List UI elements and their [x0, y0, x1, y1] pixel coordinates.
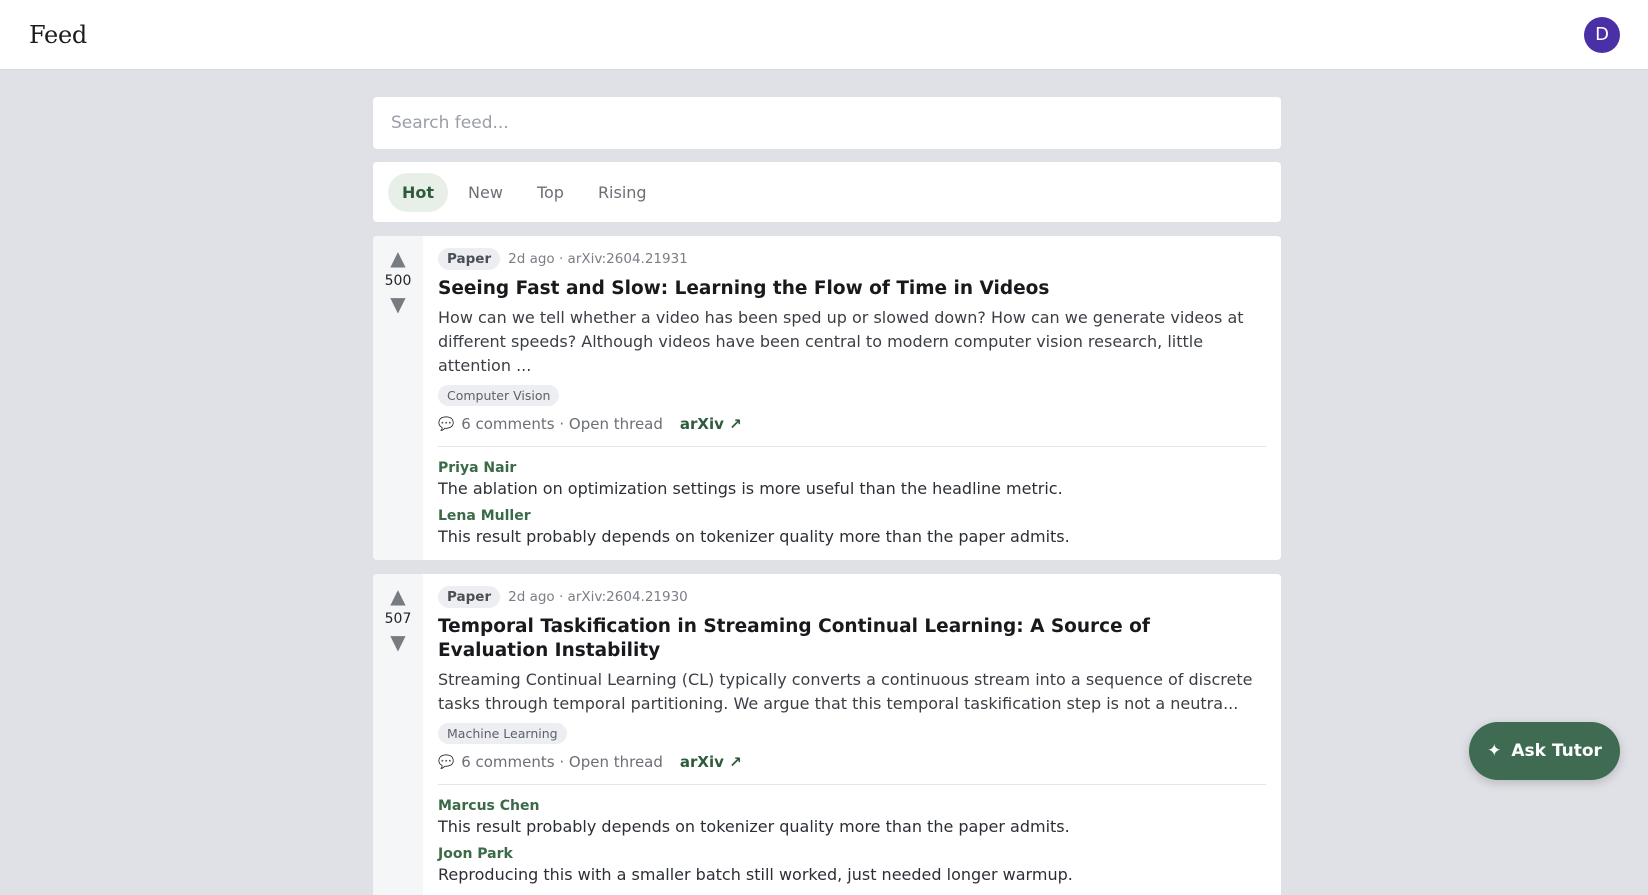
tab-new[interactable]: New — [454, 173, 517, 212]
feed-column: Hot New Top Rising ▲ 500 ▼ Paper 2d ago … — [373, 97, 1281, 895]
post-meta: Paper 2d ago · arXiv:2604.21931 — [438, 248, 1266, 270]
post-meta-text: 2d ago · arXiv:2604.21931 — [508, 251, 688, 267]
downvote-icon[interactable]: ▼ — [390, 630, 405, 654]
ask-tutor-button[interactable]: ✦ Ask Tutor — [1469, 722, 1620, 780]
post-meta: Paper 2d ago · arXiv:2604.21930 — [438, 586, 1266, 608]
search-bar — [373, 97, 1281, 149]
feed-post: ▲ 500 ▼ Paper 2d ago · arXiv:2604.21931 … — [373, 236, 1281, 560]
downvote-icon[interactable]: ▼ — [390, 292, 405, 316]
sparkle-icon: ✦ — [1487, 741, 1502, 761]
post-actions: 💬 6 comments · Open thread arXiv ↗ — [438, 753, 1266, 771]
arxiv-link[interactable]: arXiv ↗ — [680, 415, 742, 433]
comment-author[interactable]: Lena Muller — [438, 508, 1266, 524]
tab-hot[interactable]: Hot — [388, 172, 449, 212]
post-title[interactable]: Temporal Taskification in Streaming Cont… — [438, 615, 1266, 663]
ask-tutor-label: Ask Tutor — [1511, 741, 1602, 761]
comment-text: This result probably depends on tokenize… — [438, 817, 1070, 836]
comment-item: Joon Park Reproducing this with a smalle… — [438, 846, 1266, 884]
comment-text: This result probably depends on tokenize… — [438, 527, 1070, 546]
sort-tabs: Hot New Top Rising — [373, 162, 1281, 222]
vote-score: 507 — [384, 611, 412, 627]
post-title[interactable]: Seeing Fast and Slow: Learning the Flow … — [438, 277, 1266, 301]
vote-score: 500 — [384, 273, 412, 289]
comment-author[interactable]: Priya Nair — [438, 460, 1266, 476]
post-type-badge: Paper — [438, 586, 501, 608]
page-title: Feed — [29, 20, 87, 49]
tab-top[interactable]: Top — [523, 173, 578, 212]
post-abstract: How can we tell whether a video has been… — [438, 308, 1244, 375]
topic-tag[interactable]: Machine Learning — [438, 723, 567, 744]
comment-text: Reproducing this with a smaller batch st… — [438, 865, 1073, 884]
open-thread-link[interactable]: 6 comments · Open thread — [461, 415, 663, 433]
divider — [438, 446, 1266, 447]
post-meta-text: 2d ago · arXiv:2604.21930 — [508, 589, 688, 605]
post-content: Paper 2d ago · arXiv:2604.21930 Temporal… — [423, 574, 1281, 895]
comment-item: Marcus Chen This result probably depends… — [438, 798, 1266, 836]
feed-post: ▲ 507 ▼ Paper 2d ago · arXiv:2604.21930 … — [373, 574, 1281, 895]
vote-column: ▲ 500 ▼ — [373, 236, 423, 560]
upvote-icon[interactable]: ▲ — [390, 584, 405, 608]
upvote-icon[interactable]: ▲ — [390, 246, 405, 270]
comment-author[interactable]: Joon Park — [438, 846, 1266, 862]
post-type-badge: Paper — [438, 248, 501, 270]
tab-rising[interactable]: Rising — [584, 173, 661, 212]
divider — [438, 784, 1266, 785]
comment-author[interactable]: Marcus Chen — [438, 798, 1266, 814]
comment-bubble-icon: 💬 — [438, 754, 455, 770]
comment-item: Priya Nair The ablation on optimization … — [438, 460, 1266, 498]
top-bar: Feed D — [0, 0, 1648, 70]
post-actions: 💬 6 comments · Open thread arXiv ↗ — [438, 415, 1266, 433]
arxiv-link[interactable]: arXiv ↗ — [680, 753, 742, 771]
post-abstract: Streaming Continual Learning (CL) typica… — [438, 670, 1253, 713]
user-avatar[interactable]: D — [1584, 16, 1620, 53]
topic-tag[interactable]: Computer Vision — [438, 385, 560, 406]
comment-text: The ablation on optimization settings is… — [438, 479, 1063, 498]
search-input[interactable] — [391, 113, 1263, 133]
post-content: Paper 2d ago · arXiv:2604.21931 Seeing F… — [423, 236, 1281, 560]
comment-item: Lena Muller This result probably depends… — [438, 508, 1266, 546]
open-thread-link[interactable]: 6 comments · Open thread — [461, 753, 663, 771]
vote-column: ▲ 507 ▼ — [373, 574, 423, 895]
comment-bubble-icon: 💬 — [438, 416, 455, 432]
